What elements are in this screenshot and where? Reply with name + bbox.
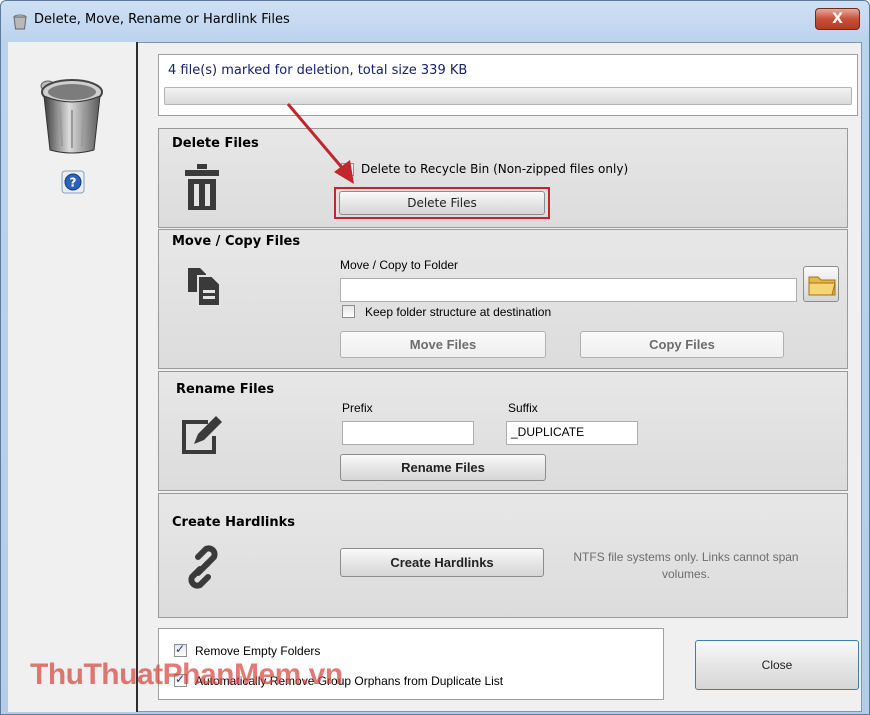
rename-edit-icon (182, 416, 222, 454)
suffix-label: Suffix (508, 401, 538, 415)
copy-files-button[interactable]: Copy Files (580, 331, 784, 358)
delete-section-heading: Delete Files (172, 136, 259, 151)
status-text: 4 file(s) marked for deletion, total siz… (168, 63, 468, 78)
remove-empty-folders-label: Remove Empty Folders (195, 644, 321, 658)
folder-label: Move / Copy to Folder (340, 258, 459, 272)
keep-structure-checkbox[interactable] (342, 305, 355, 318)
link-chain-icon (188, 545, 218, 589)
create-hardlinks-button[interactable]: Create Hardlinks (340, 548, 544, 577)
svg-text:?: ? (70, 176, 77, 190)
suffix-input[interactable]: _DUPLICATE (506, 421, 638, 445)
window-title: Delete, Move, Rename or Hardlink Files (34, 12, 290, 27)
prefix-input[interactable] (342, 421, 474, 445)
move-section-heading: Move / Copy Files (172, 234, 301, 249)
rename-files-button[interactable]: Rename Files (340, 454, 546, 481)
watermark: ThuThuatPhanMem.vn (30, 658, 343, 691)
keep-structure-label: Keep folder structure at destination (365, 305, 552, 319)
recycle-bin-icon (40, 79, 103, 154)
remove-empty-folders-checkbox[interactable] (174, 642, 187, 657)
rename-section-heading: Rename Files (176, 382, 275, 397)
recycle-bin-label: Delete to Recycle Bin (Non-zipped files … (361, 162, 629, 176)
annotation-arrow (286, 103, 354, 184)
folder-icon (808, 276, 836, 296)
close-button[interactable]: Close (695, 640, 859, 690)
move-files-button[interactable]: Move Files (340, 331, 546, 358)
help-icon[interactable]: ? (61, 170, 85, 194)
hardlink-note: NTFS file systems only. Links cannot spa… (573, 550, 799, 581)
trash-icon (185, 164, 219, 210)
app-recycle-icon (13, 14, 27, 30)
browse-folder-button[interactable] (803, 266, 839, 302)
folder-input[interactable] (340, 278, 797, 302)
prefix-label: Prefix (342, 401, 373, 415)
delete-files-button[interactable]: Delete Files (339, 191, 545, 215)
window-close-button[interactable]: X (815, 8, 860, 30)
hardlink-section-heading: Create Hardlinks (172, 515, 296, 530)
progress-bar (164, 87, 852, 105)
copy-files-icon (188, 268, 221, 307)
